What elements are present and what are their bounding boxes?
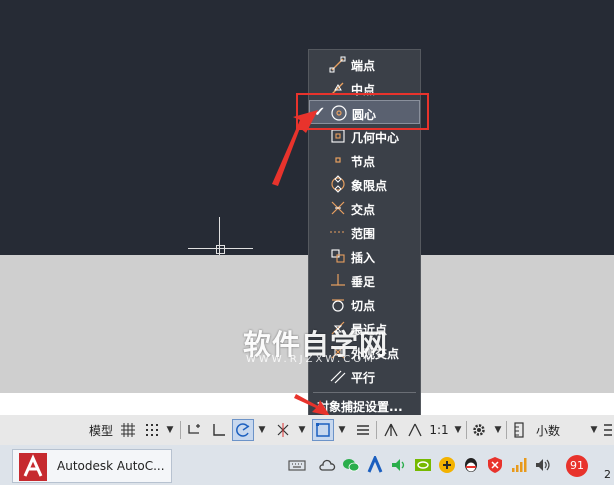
isometric-drafting-icon[interactable] <box>272 419 294 441</box>
autodesk-a360-icon[interactable] <box>366 454 384 474</box>
object-snap-dropdown[interactable]: ▼ <box>336 419 348 441</box>
node-icon <box>335 157 341 163</box>
snap-item-label: 切点 <box>351 299 376 313</box>
units-value[interactable]: 小数 <box>530 419 566 441</box>
object-snap-settings-label: 对象捕捉设置... <box>317 400 403 414</box>
autocad-logo-icon <box>19 453 47 481</box>
volume-icon[interactable] <box>390 456 408 474</box>
speaker-icon[interactable] <box>534 456 552 474</box>
status-separator <box>506 421 507 439</box>
menu-divider <box>313 392 416 393</box>
snap-item-intersection[interactable]: 交点 <box>309 196 420 220</box>
snap-item-label: 平行 <box>351 371 376 385</box>
infer-constraints-icon[interactable] <box>184 419 206 441</box>
extension-icon <box>330 231 346 233</box>
auto-scale-icon[interactable] <box>404 419 426 441</box>
customize-icon[interactable] <box>602 419 614 441</box>
taskbar-app-label: Autodesk AutoC... <box>57 459 165 473</box>
cloud-icon[interactable] <box>318 456 336 474</box>
grid-icon[interactable] <box>118 419 138 441</box>
snap-item-perpendicular[interactable]: 垂足 <box>309 268 420 292</box>
status-bar: 模型 ▼ ▼ ▼ ▼ 1:1 ▼ ▼ 小数 ▼ <box>0 415 614 445</box>
units-dropdown[interactable]: ▼ <box>588 419 600 441</box>
snap-item-node[interactable]: 节点 <box>309 148 420 172</box>
model-space-button[interactable]: 模型 <box>86 419 116 441</box>
wechat-icon[interactable] <box>342 456 360 474</box>
status-separator <box>376 421 377 439</box>
object-snap-icon[interactable] <box>312 419 334 441</box>
annotation-visibility-icon[interactable] <box>380 419 402 441</box>
workspace-dropdown[interactable]: ▼ <box>492 419 504 441</box>
intersection-icon <box>331 201 345 215</box>
network-signal-icon[interactable] <box>510 456 528 474</box>
polar-tracking-dropdown[interactable]: ▼ <box>256 419 268 441</box>
units-icon[interactable] <box>510 419 528 441</box>
notification-badge[interactable]: 91 <box>566 455 588 477</box>
isometric-dropdown[interactable]: ▼ <box>296 419 308 441</box>
lineweight-icon[interactable] <box>352 419 374 441</box>
snap-item-label: 交点 <box>351 203 376 217</box>
insertion-icon <box>331 249 345 263</box>
keyboard-icon[interactable] <box>288 456 306 474</box>
polar-tracking-icon[interactable] <box>232 419 254 441</box>
snap-item-parallel[interactable]: 平行 <box>309 364 420 388</box>
snap-item-label: 几何中心 <box>351 131 400 145</box>
snap-item-tangent[interactable]: 切点 <box>309 292 420 316</box>
command-line[interactable] <box>0 393 614 415</box>
tangent-icon <box>332 299 344 312</box>
object-snap-settings-item[interactable]: 对象捕捉设置... <box>309 394 420 416</box>
watermark-url: WWW.RJZXW.COM <box>246 354 376 365</box>
game-controller-icon[interactable] <box>438 456 456 474</box>
status-separator <box>180 421 181 439</box>
security-shield-icon[interactable] <box>486 456 504 474</box>
status-separator <box>466 421 467 439</box>
endpoint-icon <box>329 56 346 73</box>
snap-item-endpoint[interactable]: 端点 <box>309 52 420 76</box>
perpendicular-icon <box>331 274 345 286</box>
snap-mode-dropdown[interactable]: ▼ <box>164 419 176 441</box>
annotation-scale-value[interactable]: 1:1 <box>428 419 450 441</box>
snap-item-label: 垂足 <box>351 275 376 289</box>
snap-item-label: 节点 <box>351 155 376 169</box>
qq-icon[interactable] <box>462 456 480 474</box>
quadrant-icon <box>331 175 345 193</box>
snap-item-label: 插入 <box>351 251 376 265</box>
clock-fragment: 2 <box>604 468 611 481</box>
snap-item-insertion[interactable]: 插入 <box>309 244 420 268</box>
snap-item-extension[interactable]: 范围 <box>309 220 420 244</box>
snap-item-quadrant[interactable]: 象限点 <box>309 172 420 196</box>
snap-item-label: 范围 <box>351 227 376 241</box>
nvidia-icon[interactable] <box>414 456 432 474</box>
workspace-gear-icon[interactable] <box>468 419 490 441</box>
annotation-scale-dropdown[interactable]: ▼ <box>452 419 464 441</box>
parallel-icon <box>330 370 346 384</box>
highlight-box-center <box>296 93 429 130</box>
snap-item-label: 端点 <box>351 59 376 73</box>
snap-item-label: 象限点 <box>351 179 388 193</box>
snap-mode-icon[interactable] <box>142 419 162 441</box>
taskbar-autocad-app[interactable]: Autodesk AutoC... <box>12 449 172 483</box>
crosshair-pickbox <box>216 245 225 254</box>
ortho-mode-icon[interactable] <box>208 419 230 441</box>
